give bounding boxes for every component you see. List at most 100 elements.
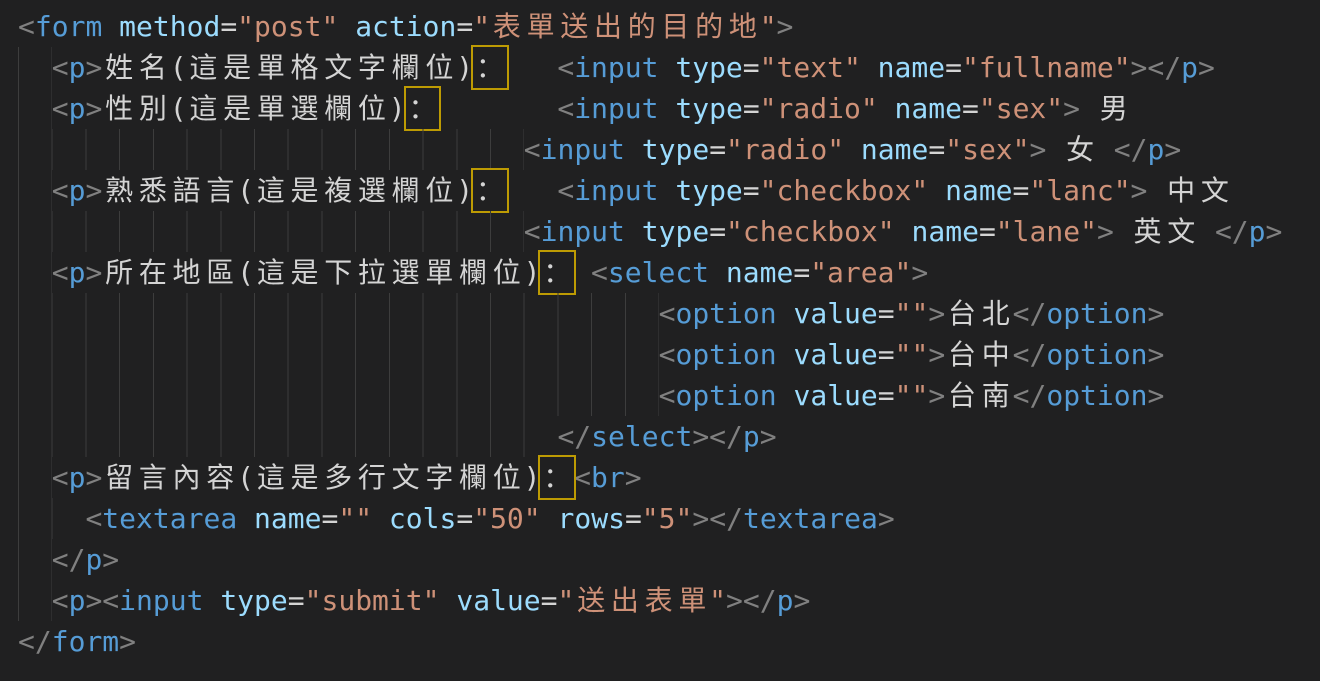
code-line[interactable]: <p>熟悉語言(這是複選欄位)： <input type="checkbox" …: [18, 170, 1320, 211]
code-token: >: [878, 502, 895, 535]
code-token: type: [675, 174, 742, 207]
code-token: <: [659, 379, 676, 412]
code-token: >: [85, 461, 102, 494]
code-token: p: [85, 543, 102, 576]
code-token: "5": [642, 502, 693, 535]
code-line[interactable]: </select></p>: [18, 416, 1320, 457]
code-token: option: [1046, 338, 1147, 371]
code-line[interactable]: <p>性別(這是單選欄位)： <input type="radio" name=…: [18, 88, 1320, 129]
code-token: >: [777, 10, 794, 43]
code-token: [709, 256, 726, 289]
code-token: </: [709, 420, 743, 453]
code-token: =: [945, 51, 962, 84]
code-token: option: [675, 338, 776, 371]
code-token: =: [878, 379, 895, 412]
code-line[interactable]: <form method="post" action="表單送出的目的地">: [18, 6, 1320, 47]
code-token: =: [979, 215, 996, 248]
code-token: [338, 10, 355, 43]
code-token: <: [52, 461, 69, 494]
code-token: 熟悉語言(這是複選欄位): [102, 174, 473, 207]
code-token: <: [52, 174, 69, 207]
code-token: </: [1013, 297, 1047, 330]
code-token: type: [642, 133, 709, 166]
code-line[interactable]: <option value="">台南</option>: [18, 375, 1320, 416]
code-token: 所在地區(這是下拉選單欄位): [102, 256, 540, 289]
code-token: 中文: [1147, 174, 1231, 207]
code-token: p: [69, 584, 86, 617]
code-token: form: [35, 10, 102, 43]
indent-guides: [18, 129, 524, 170]
code-token: <: [52, 51, 69, 84]
unicode-highlight-box: ：: [540, 256, 574, 289]
code-token: </: [1013, 379, 1047, 412]
code-token: p: [1148, 133, 1165, 166]
code-line[interactable]: <option value="">台中</option>: [18, 334, 1320, 375]
indent-guides: [18, 498, 85, 539]
code-token: [659, 92, 676, 125]
code-token: "": [895, 379, 929, 412]
code-line[interactable]: <p>姓名(這是單格文字欄位)： <input type="text" name…: [18, 47, 1320, 88]
code-line[interactable]: <input type="checkbox" name="lane"> 英文 <…: [18, 211, 1320, 252]
code-token: textarea: [743, 502, 878, 535]
code-line[interactable]: </form>: [18, 621, 1320, 662]
code-token: >: [1063, 92, 1080, 125]
code-token: "radio": [760, 92, 878, 125]
code-token: >: [1131, 174, 1148, 207]
code-token: "": [895, 297, 929, 330]
indent-guides: [18, 293, 659, 334]
code-token: "sex": [945, 133, 1029, 166]
code-token: =: [793, 256, 810, 289]
code-token: input: [119, 584, 203, 617]
code-token: name: [861, 133, 928, 166]
code-token: name: [912, 215, 979, 248]
code-line[interactable]: <option value="">台北</option>: [18, 293, 1320, 334]
code-line[interactable]: <p>留言內容(這是多行文字欄位)：<br>: [18, 457, 1320, 498]
code-token: "lanc": [1029, 174, 1130, 207]
code-token: <: [557, 174, 574, 207]
code-token: value: [456, 584, 540, 617]
code-token: =: [962, 92, 979, 125]
code-token: p: [69, 174, 86, 207]
code-token: rows: [558, 502, 625, 535]
code-token: [102, 10, 119, 43]
code-token: "radio": [726, 133, 844, 166]
code-token: >: [1147, 297, 1164, 330]
code-token: input: [574, 51, 658, 84]
code-token: >: [625, 461, 642, 494]
code-token: p: [1181, 51, 1198, 84]
code-token: <: [557, 92, 574, 125]
code-token: name: [254, 502, 321, 535]
code-line[interactable]: </p>: [18, 539, 1320, 580]
code-token: [777, 297, 794, 330]
code-token: input: [541, 133, 625, 166]
code-line[interactable]: <p>所在地區(這是下拉選單欄位)： <select name="area">: [18, 252, 1320, 293]
code-token: >: [692, 420, 709, 453]
code-token: >: [1030, 133, 1047, 166]
code-token: input: [574, 174, 658, 207]
code-token: <: [557, 51, 574, 84]
code-token: </: [709, 502, 743, 535]
code-token: [861, 51, 878, 84]
code-line[interactable]: <input type="radio" name="sex"> 女 </p>: [18, 129, 1320, 170]
code-token: "lane": [996, 215, 1097, 248]
code-line[interactable]: <p><input type="submit" value="送出表單"></p…: [18, 580, 1320, 621]
code-token: =: [709, 133, 726, 166]
code-token: [878, 92, 895, 125]
code-token: type: [675, 92, 742, 125]
code-editor[interactable]: <form method="post" action="表單送出的目的地"> <…: [0, 0, 1320, 681]
code-token: name: [895, 92, 962, 125]
indent-guides: [18, 170, 52, 211]
code-token: </: [18, 625, 52, 658]
code-token: >: [793, 584, 810, 617]
code-token: "post": [237, 10, 338, 43]
indent-guides: [18, 334, 659, 375]
code-token: option: [675, 297, 776, 330]
code-token: input: [574, 92, 658, 125]
code-token: name: [726, 256, 793, 289]
code-token: [574, 256, 591, 289]
indent-guides: [18, 457, 52, 498]
code-token: type: [675, 51, 742, 84]
code-line[interactable]: <textarea name="" cols="50" rows="5"></t…: [18, 498, 1320, 539]
code-token: =: [288, 584, 305, 617]
code-token: =: [1013, 174, 1030, 207]
